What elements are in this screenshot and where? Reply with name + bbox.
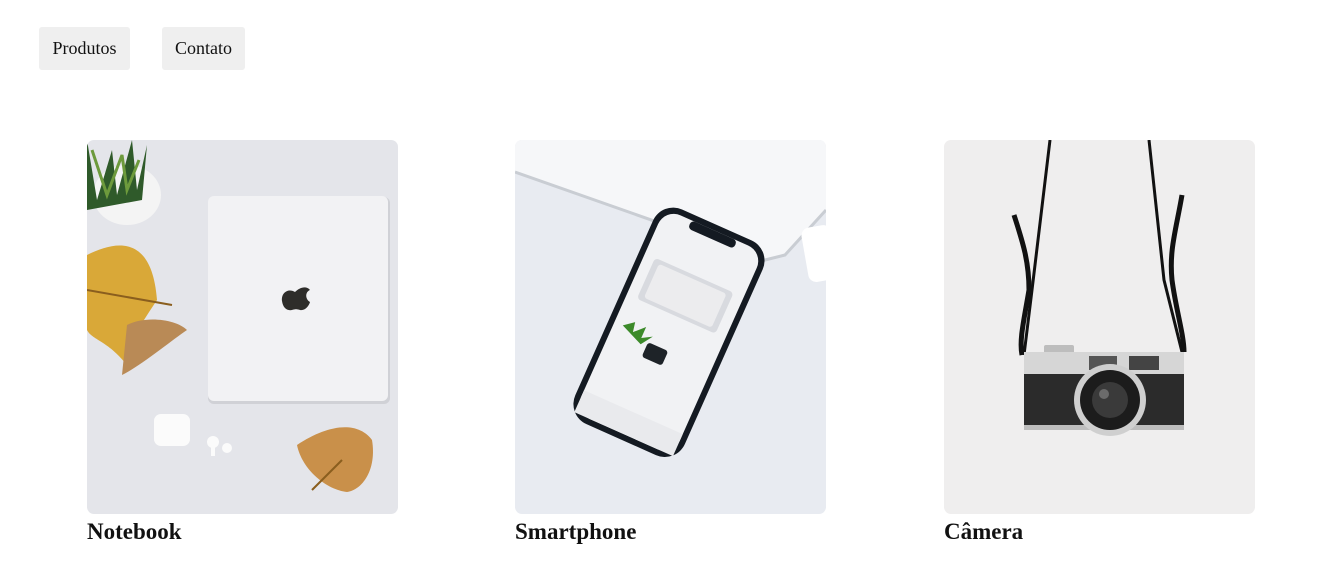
nav-contato-button[interactable]: Contato [162,27,245,70]
smartphone-photo[interactable] [515,140,826,514]
product-title: Câmera [944,519,1024,544]
product-card-smartphone[interactable]: Smartphone [515,140,826,547]
laptop-photo[interactable] [87,140,398,514]
product-title: Notebook [87,519,182,544]
product-card-camera[interactable]: Câmera [944,140,1255,547]
product-card-notebook[interactable]: Notebook [87,140,398,547]
nav-produtos-button[interactable]: Produtos [39,27,130,70]
product-title: Smartphone [515,519,637,544]
camera-photo[interactable] [944,140,1255,514]
